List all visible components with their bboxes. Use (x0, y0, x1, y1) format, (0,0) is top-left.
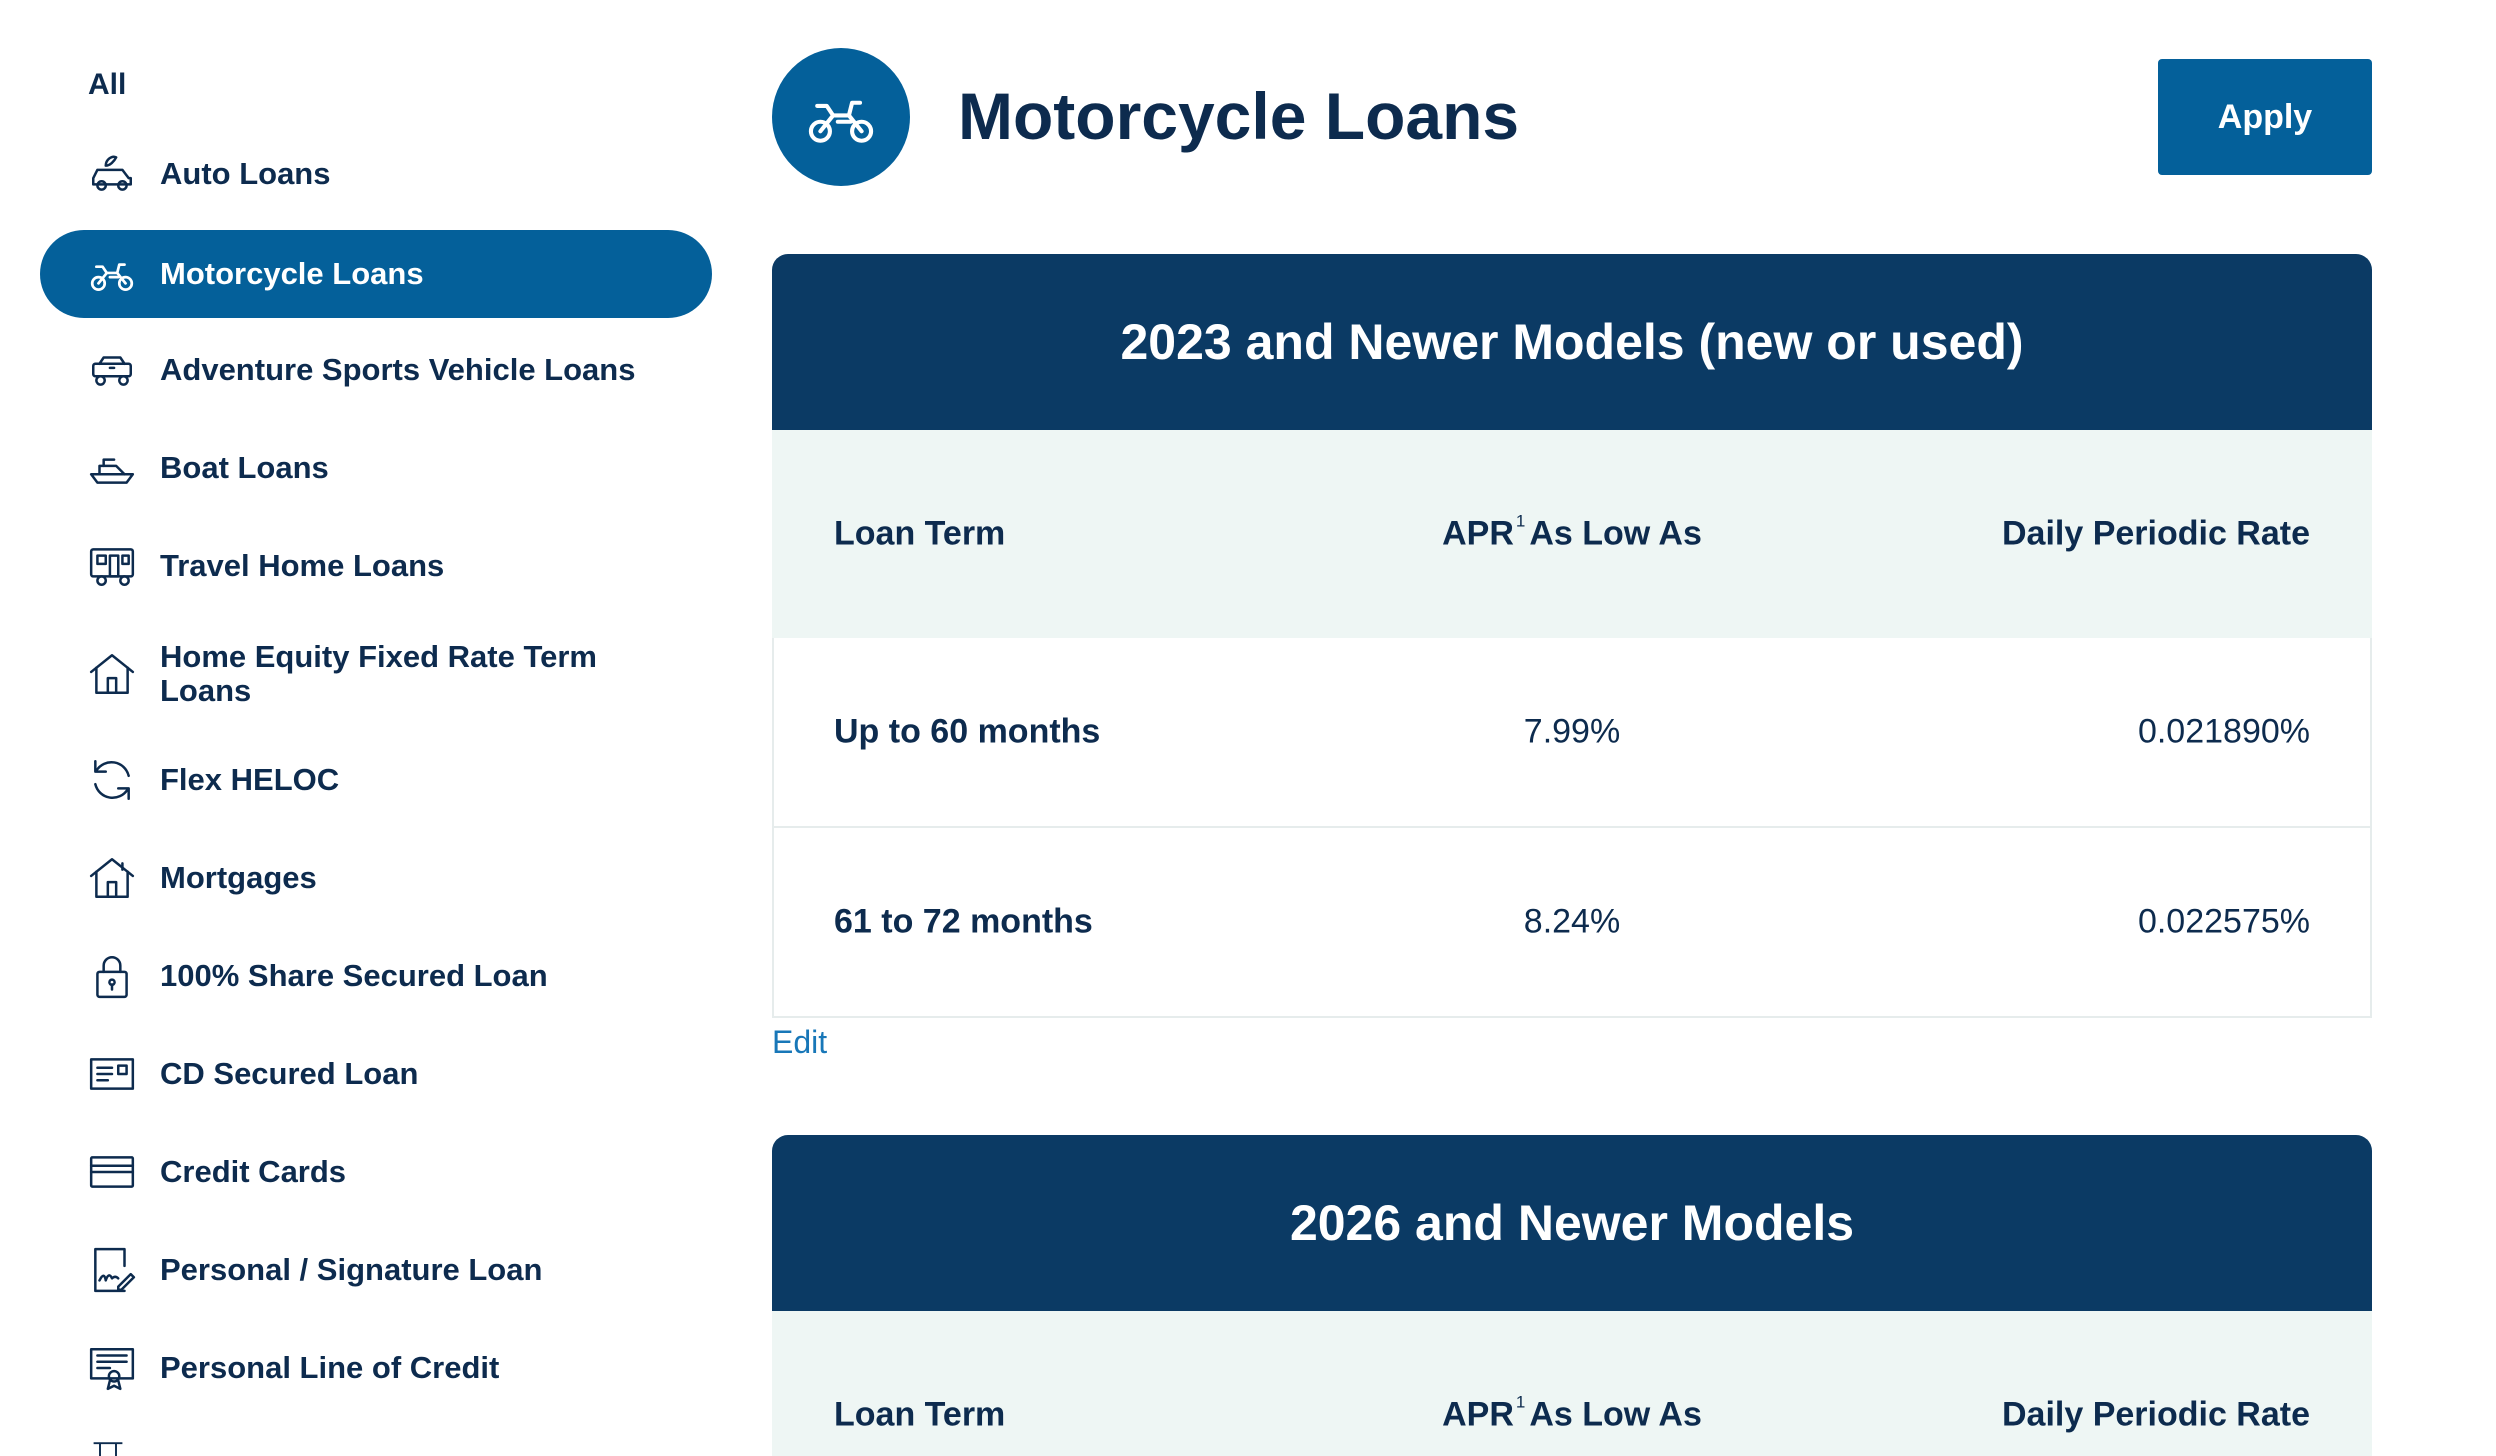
sidebar-item-travel-home-loans[interactable]: Travel Home Loans (40, 522, 712, 610)
col-apr: APR 1 As Low As (1442, 1392, 1702, 1434)
sidebar-item-label: Boat Loans (160, 450, 329, 485)
sidebar-item-label: Auto Loans (160, 156, 331, 191)
sidebar-item-label: Travel Home Loans (160, 548, 445, 583)
sidebar-item-label: Flex HELOC (160, 762, 340, 797)
motorcycle-icon (808, 100, 874, 143)
house-icon (86, 648, 138, 700)
edit-link[interactable]: Edit (772, 1024, 827, 1061)
sidebar-item-next-icon (88, 1440, 128, 1456)
car-icon (86, 148, 138, 200)
col-apr: APR 1 As Low As (1442, 511, 1702, 553)
motorcycle-badge (772, 48, 910, 186)
rate-table-title: 2023 and Newer Models (new or used) (772, 254, 2372, 430)
rate-table-2023: 2023 and Newer Models (new or used) Loan… (772, 254, 2372, 1018)
table-row: 61 to 72 months 8.24% 0.022575% (772, 828, 2372, 1018)
apr-footnote[interactable]: 1 (1516, 511, 1525, 530)
sidebar-item-adventure-sports[interactable]: Adventure Sports Vehicle Loans (40, 326, 712, 414)
sidebar-item-cd-secured[interactable]: CD Secured Loan (40, 1030, 712, 1118)
col-loan-term: Loan Term (834, 514, 1006, 553)
sidebar-item-home-equity[interactable]: Home Equity Fixed Rate Term Loans (40, 630, 712, 718)
cell-term: 61 to 72 months (834, 902, 1093, 941)
sidebar-item-label: Home Equity Fixed Rate Term Loans (160, 639, 597, 708)
sidebar-item-all[interactable]: All (88, 68, 126, 102)
motorcycle-icon (86, 248, 138, 300)
col-daily-periodic-rate: Daily Periodic Rate (2001, 1395, 2310, 1434)
rv-icon (86, 540, 138, 592)
col-loan-term: Loan Term (834, 1395, 1006, 1434)
sidebar-item-label: Motorcycle Loans (160, 256, 424, 291)
cell-apr: 7.99% (1523, 712, 1621, 751)
sidebar-item-personal-signature[interactable]: Personal / Signature Loan (40, 1226, 712, 1314)
sidebar-item-personal-line-of-credit[interactable]: Personal Line of Credit (40, 1324, 712, 1412)
apr-footnote[interactable]: 1 (1516, 1392, 1525, 1411)
award-document-icon (86, 1342, 138, 1394)
sidebar-item-boat-loans[interactable]: Boat Loans (40, 424, 712, 512)
sidebar-item-label: 100% Share Secured Loan (160, 958, 548, 993)
atv-icon (86, 344, 138, 396)
rate-table-title: 2026 and Newer Models (772, 1135, 2372, 1311)
sidebar-item-flex-heloc[interactable]: Flex HELOC (40, 736, 712, 824)
credit-card-icon (86, 1146, 138, 1198)
cell-dpr: 0.022575% (2137, 902, 2310, 941)
sidebar-item-label: Mortgages (160, 860, 317, 895)
sidebar-item-auto-loans[interactable]: Auto Loans (40, 130, 712, 218)
sidebar: All Auto Loans Motorcycle Loans Adventur… (0, 0, 740, 1456)
lock-icon (86, 950, 138, 1002)
sidebar-item-label: Credit Cards (160, 1154, 347, 1189)
sidebar-item-label: Personal Line of Credit (160, 1350, 500, 1385)
rate-table-2026: 2026 and Newer Models Loan Term APR 1 As L… (772, 1135, 2372, 1456)
certificate-icon (86, 1048, 138, 1100)
rate-table-header: Loan Term APR 1 As Low As Daily Periodic R… (772, 1311, 2372, 1456)
boat-icon (86, 442, 138, 494)
page-title: Motorcycle Loans (958, 79, 1520, 153)
refresh-icon (86, 754, 138, 806)
sidebar-item-label: CD Secured Loan (160, 1056, 419, 1091)
cell-term: Up to 60 months (834, 712, 1101, 751)
apply-button[interactable]: Apply (2158, 59, 2372, 175)
sidebar-item-mortgages[interactable]: Mortgages (40, 834, 712, 922)
signature-icon (86, 1244, 138, 1296)
home-icon (86, 852, 138, 904)
table-row: Up to 60 months 7.99% 0.021890% (772, 638, 2372, 828)
sidebar-item-label: Adventure Sports Vehicle Loans (160, 352, 636, 387)
sidebar-item-credit-cards[interactable]: Credit Cards (40, 1128, 712, 1216)
sidebar-item-share-secured[interactable]: 100% Share Secured Loan (40, 932, 712, 1020)
cell-apr: 8.24% (1523, 902, 1621, 941)
col-daily-periodic-rate: Daily Periodic Rate (2001, 514, 2310, 553)
cell-dpr: 0.021890% (2137, 712, 2310, 751)
sidebar-item-label: Personal / Signature Loan (160, 1252, 543, 1287)
sidebar-item-motorcycle-loans[interactable]: Motorcycle Loans (40, 230, 712, 318)
rate-table-header: Loan Term APR 1 As Low As Daily Periodic R… (772, 430, 2372, 638)
